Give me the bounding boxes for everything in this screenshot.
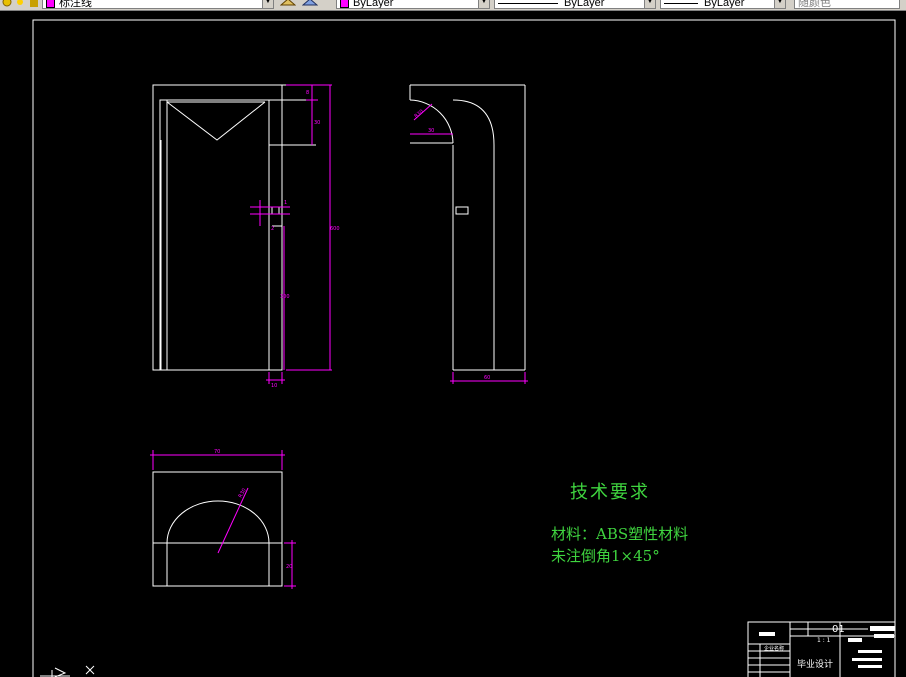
dim-label: 600 [330, 226, 340, 232]
dim-label: R30 [413, 109, 424, 120]
dim-label: 1 [284, 200, 287, 206]
dim-label: 70 [214, 449, 220, 455]
linetype-value: ByLayer [564, 0, 605, 9]
front-dim-labels: 8 30 600 300 10 1 2 [271, 90, 340, 389]
chevron-down-icon[interactable]: ▼ [644, 0, 655, 8]
dim-label: 30 [314, 120, 320, 126]
side-dim-labels: R30 30 60 [413, 109, 490, 381]
dim-label: 30 [428, 128, 434, 134]
plotstyle-value: 随颜色 [798, 0, 831, 9]
chevron-down-icon[interactable]: ▼ [478, 0, 489, 8]
dim-label: 20 [286, 564, 292, 570]
front-view-dimensions [250, 84, 332, 384]
drawing-title: 毕业设计 [797, 660, 834, 670]
bottom-view [152, 471, 283, 587]
notes-heading: 技术要求 [570, 482, 650, 503]
dim-label: 300 [280, 294, 290, 300]
dim-label: 8 [306, 90, 309, 96]
lineweight-dropdown[interactable]: ByLayer ▼ [660, 0, 786, 9]
dim-label: 60 [484, 375, 490, 381]
color-dropdown[interactable]: ByLayer ▼ [336, 0, 490, 9]
plotstyle-dropdown[interactable]: 随颜色 [794, 0, 900, 9]
bottom-dim-labels: 70 R30 20 [214, 449, 292, 570]
drawing-scale: 1 : 1 [817, 637, 831, 644]
make-layer-current-icon[interactable] [280, 0, 296, 7]
layer-dropdown[interactable]: 标注线 ▼ [42, 0, 274, 9]
company-name: 企业名称 [764, 646, 785, 652]
dim-label: 2 [271, 226, 274, 232]
layer-state-icon[interactable] [1, 0, 13, 7]
side-view-dimensions [410, 103, 528, 384]
ucs-icon [40, 665, 95, 677]
color-value: ByLayer [353, 0, 394, 9]
lineweight-value: ByLayer [704, 0, 745, 9]
dim-label: R30 [238, 487, 248, 499]
drawing-frame [32, 19, 896, 677]
color-swatch [340, 0, 349, 8]
layer-color-swatch [46, 0, 55, 8]
linetype-dropdown[interactable]: ByLayer ▼ [494, 0, 656, 9]
lock-icon[interactable] [28, 0, 40, 7]
chevron-down-icon[interactable]: ▼ [262, 0, 273, 8]
drawing-canvas[interactable]: 8 30 600 300 10 1 2 R30 30 60 70 R30 20 [0, 10, 906, 677]
drawing-number: 01 [832, 624, 845, 635]
lineweight-sample [664, 2, 698, 4]
border-frame [32, 19, 896, 677]
front-view [152, 84, 316, 371]
linetype-sample [498, 2, 558, 4]
notes-material: 材料：ABS塑性材料 [551, 525, 689, 543]
layer-previous-icon[interactable] [302, 0, 318, 7]
dim-label: 10 [271, 383, 277, 389]
chevron-down-icon[interactable]: ▼ [774, 0, 785, 8]
layer-name: 标注线 [59, 0, 92, 9]
notes-chamfer: 未注倒角1×45° [551, 547, 660, 565]
bottom-view-dimensions [150, 450, 296, 589]
sun-icon[interactable] [14, 0, 26, 7]
